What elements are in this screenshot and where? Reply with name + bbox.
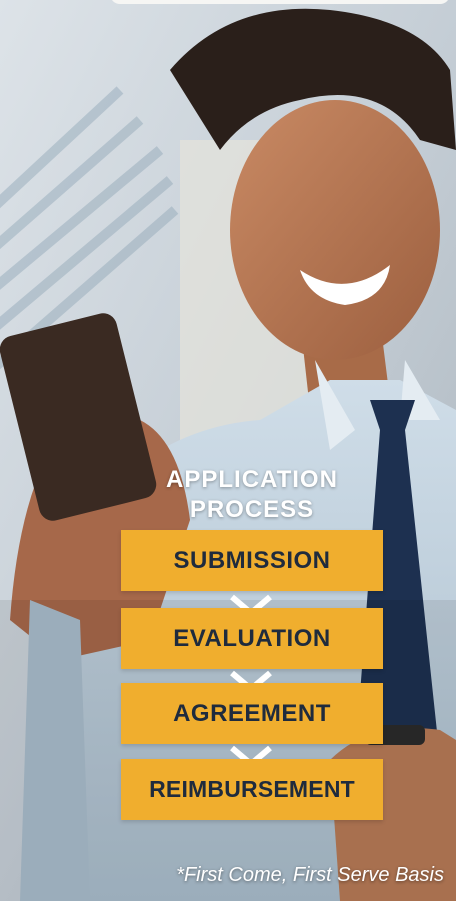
process-heading-line2: PROCESS: [189, 496, 315, 523]
top-card-edge: [110, 0, 450, 4]
process-heading-line1: APPLICATION: [166, 466, 338, 493]
promo-banner: APPLICATION PROCESS SUBMISSION EVALUATIO…: [0, 0, 456, 901]
footnote: *First Come, First Serve Basis: [176, 864, 444, 886]
step-agreement: AGREEMENT: [121, 683, 383, 744]
step-submission: SUBMISSION: [121, 530, 383, 591]
step-evaluation: EVALUATION: [121, 608, 383, 669]
step-reimbursement: REIMBURSEMENT: [121, 759, 383, 820]
